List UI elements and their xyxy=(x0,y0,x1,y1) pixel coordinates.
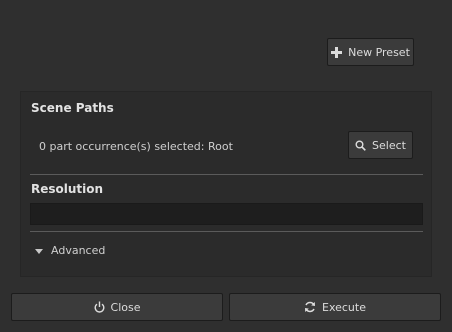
scene-paths-title: Scene Paths xyxy=(31,101,114,115)
new-preset-button[interactable]: New Preset xyxy=(327,38,414,66)
selection-status-text: 0 part occurrence(s) selected: Root xyxy=(39,140,233,153)
resolution-field[interactable] xyxy=(30,203,423,225)
triangle-down-icon xyxy=(35,244,43,257)
resolution-title: Resolution xyxy=(31,182,104,196)
settings-panel: Scene Paths 0 part occurrence(s) selecte… xyxy=(20,91,432,277)
close-button[interactable]: Close xyxy=(11,293,223,321)
divider xyxy=(30,174,423,175)
advanced-label: Advanced xyxy=(51,244,106,257)
close-label: Close xyxy=(110,300,141,314)
plus-icon xyxy=(331,46,343,58)
refresh-icon xyxy=(304,301,316,313)
execute-button[interactable]: Execute xyxy=(229,293,441,321)
search-icon xyxy=(355,140,366,151)
select-button[interactable]: Select xyxy=(348,131,413,159)
advanced-toggle[interactable]: Advanced xyxy=(35,244,105,257)
execute-label: Execute xyxy=(322,300,366,314)
power-icon xyxy=(94,301,105,313)
new-preset-label: New Preset xyxy=(348,45,410,59)
select-label: Select xyxy=(372,138,406,152)
divider xyxy=(30,231,423,232)
